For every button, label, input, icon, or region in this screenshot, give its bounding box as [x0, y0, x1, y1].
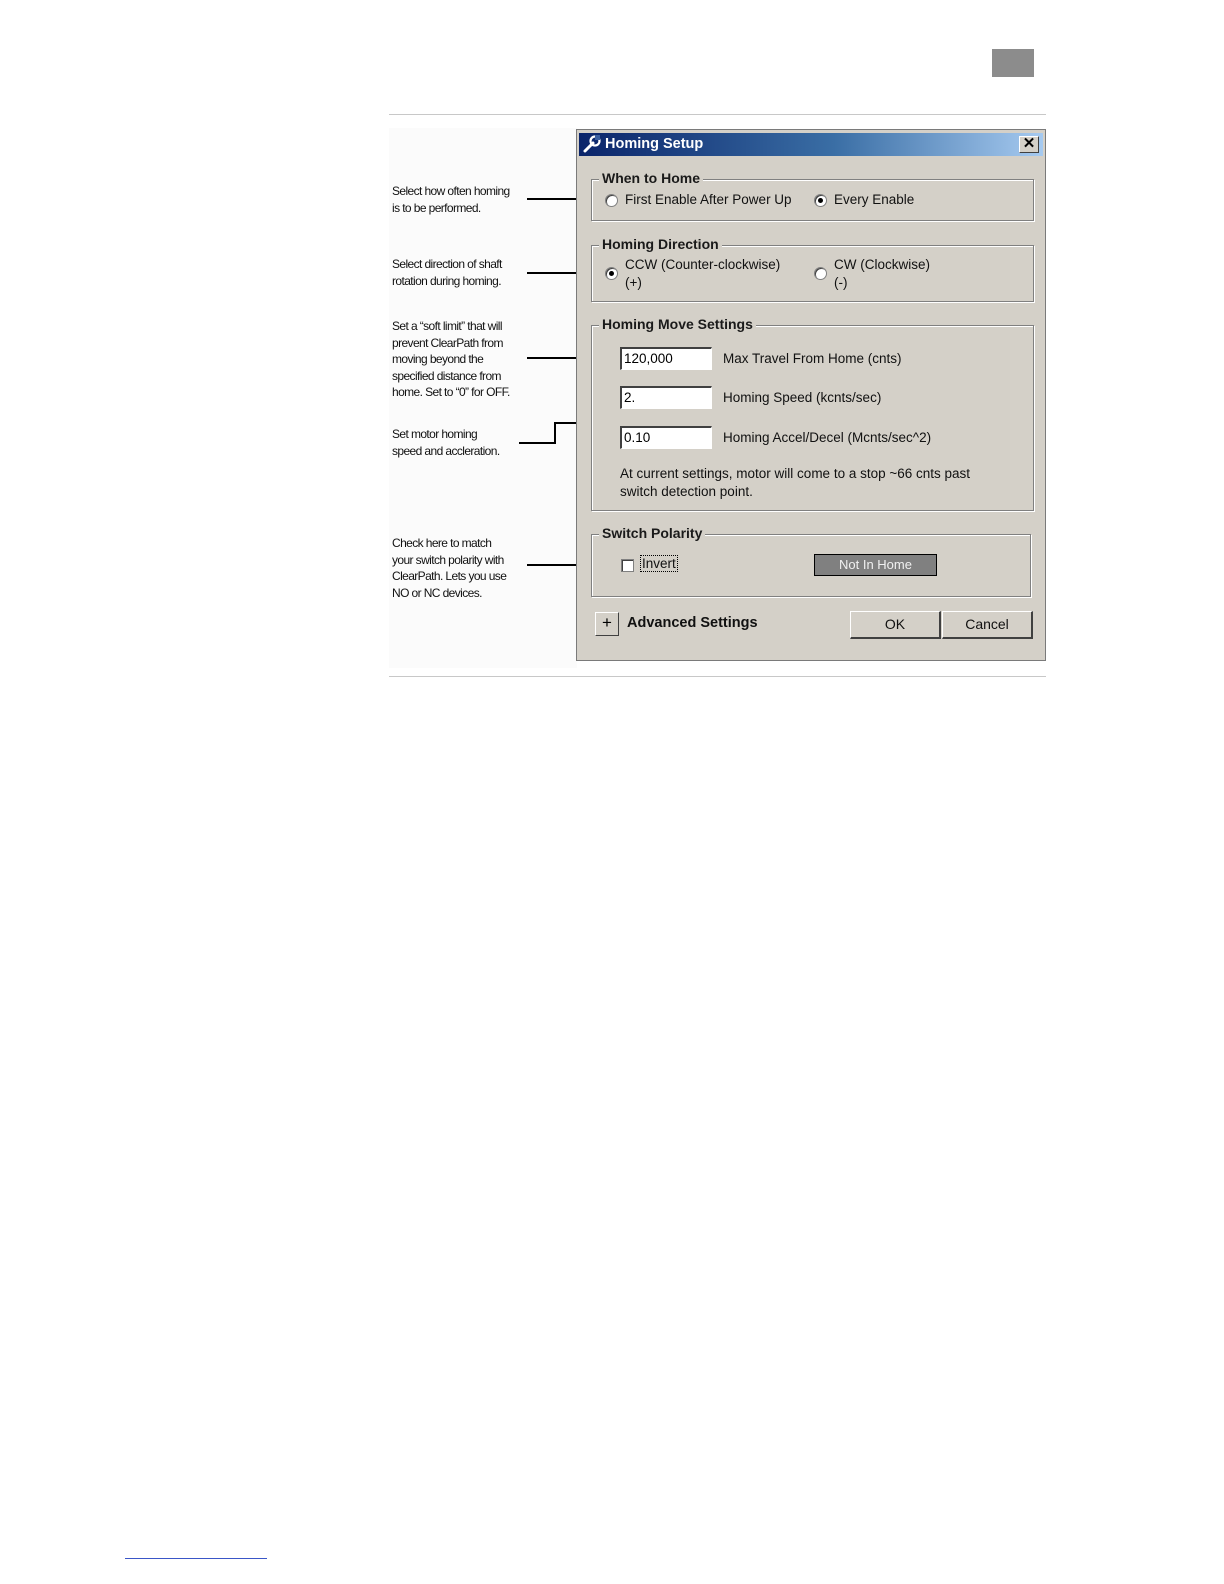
- advanced-settings-label[interactable]: Advanced Settings: [627, 615, 758, 631]
- radio-selected-dot: [609, 271, 614, 276]
- stop-distance-note: At current settings, motor will come to …: [620, 466, 971, 481]
- callout-line: your switch polarity with: [392, 552, 504, 567]
- callout-line: rotation during homing.: [392, 273, 502, 288]
- callout-line: home. Set to “0” for OFF.: [392, 385, 510, 396]
- callout-soft-limit: Set a “soft limit” that will prevent Cle…: [392, 318, 524, 396]
- cw-sign[interactable]: (-): [834, 275, 848, 290]
- callout-when-to-home: Select how often homing is to be perform…: [392, 183, 524, 216]
- radio-every-enable[interactable]: [814, 194, 827, 207]
- callout-line: prevent ClearPath from: [392, 335, 503, 350]
- when-to-home-legend: When to Home: [599, 170, 703, 186]
- homing-speed-label: Homing Speed (kcnts/sec): [723, 390, 882, 405]
- homing-move-settings-group: Homing Move Settings 120,000 Max Travel …: [591, 316, 1034, 511]
- homing-accel-input[interactable]: 0.10: [620, 426, 712, 449]
- switch-polarity-legend: Switch Polarity: [599, 525, 706, 541]
- homing-direction-legend: Homing Direction: [599, 236, 722, 252]
- home-status-indicator: Not In Home: [814, 554, 937, 576]
- radio-first-enable[interactable]: [605, 194, 618, 207]
- callout-line: NO or NC devices.: [392, 585, 482, 600]
- switch-polarity-group: Switch Polarity Invert Not In Home: [591, 525, 1031, 597]
- title-bar[interactable]: Homing Setup ✕: [579, 133, 1043, 156]
- stop-distance-note-2: switch detection point.: [620, 484, 753, 499]
- callout-line: is to be performed.: [392, 200, 481, 215]
- callout-line: Select direction of shaft: [392, 257, 502, 271]
- invert-label[interactable]: Invert: [640, 555, 678, 572]
- every-enable-label[interactable]: Every Enable: [834, 192, 914, 207]
- max-travel-input[interactable]: 120,000: [620, 347, 712, 370]
- callout-polarity: Check here to match your switch polarity…: [392, 535, 524, 601]
- callout-speed-accel: Set motor homing speed and accleration.: [392, 426, 524, 459]
- callout-direction: Select direction of shaft rotation durin…: [392, 256, 524, 289]
- bottom-rule: [389, 676, 1046, 677]
- homing-direction-group: Homing Direction CCW (Counter-clockwise)…: [591, 236, 1034, 302]
- leader-line-speed-accel: [554, 423, 556, 444]
- callout-line: specified distance from: [392, 368, 502, 383]
- callout-line: moving beyond the: [392, 352, 484, 366]
- homing-setup-dialog: Homing Setup ✕ When to Home First Enable…: [576, 129, 1046, 661]
- radio-cw[interactable]: [814, 267, 827, 280]
- top-rule: [389, 114, 1046, 115]
- homing-speed-input[interactable]: 2.: [620, 386, 712, 409]
- ccw-label[interactable]: CCW (Counter-clockwise): [625, 257, 780, 272]
- close-button[interactable]: ✕: [1019, 136, 1039, 153]
- advanced-expand-button[interactable]: +: [595, 612, 619, 636]
- cancel-button[interactable]: Cancel: [942, 611, 1033, 639]
- callout-line: ClearPath. Lets you use: [392, 569, 507, 583]
- footer-link-line: [125, 1558, 267, 1559]
- radio-ccw[interactable]: [605, 267, 618, 280]
- leader-line-speed-accel: [519, 442, 555, 444]
- wrench-icon: [582, 134, 602, 154]
- callout-line: Select how often homing: [392, 184, 510, 198]
- invert-checkbox[interactable]: [621, 559, 634, 572]
- radio-selected-dot: [818, 198, 823, 203]
- ok-button[interactable]: OK: [850, 611, 941, 639]
- max-travel-label: Max Travel From Home (cnts): [723, 351, 902, 366]
- when-to-home-group: When to Home First Enable After Power Up…: [591, 170, 1034, 221]
- callout-line: speed and accleration.: [392, 443, 500, 458]
- dialog-title: Homing Setup: [605, 136, 704, 152]
- page-tab-marker: [992, 49, 1034, 77]
- homing-accel-label: Homing Accel/Decel (Mcnts/sec^2): [723, 430, 932, 445]
- cw-label[interactable]: CW (Clockwise): [834, 257, 930, 272]
- callout-line: Set a “soft limit” that will: [392, 319, 503, 333]
- ccw-sign[interactable]: (+): [625, 275, 642, 290]
- first-enable-label[interactable]: First Enable After Power Up: [625, 192, 792, 207]
- callout-line: Set motor homing: [392, 427, 478, 441]
- homing-move-legend: Homing Move Settings: [599, 316, 756, 332]
- callout-line: Check here to match: [392, 536, 492, 550]
